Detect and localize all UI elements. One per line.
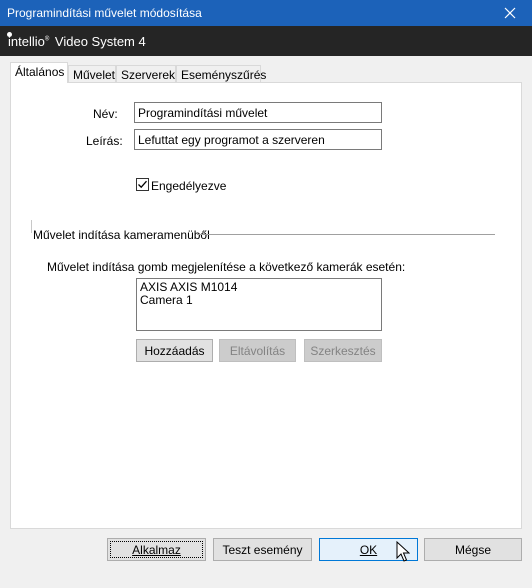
ok-label: OK (359, 542, 378, 557)
window-title: Programindítási művelet módosítása (7, 6, 202, 20)
apply-button[interactable]: Alkalmaz (107, 538, 206, 561)
tab-action[interactable]: Művelet (68, 65, 116, 83)
enabled-label: Engedélyezve (151, 179, 227, 193)
description-field[interactable]: Lefuttat egy programot a szerveren (134, 129, 382, 150)
camera-menu-group-title: Művelet indítása kameramenüből (33, 228, 210, 242)
close-icon (504, 7, 516, 19)
group-divider (197, 234, 495, 235)
name-field[interactable]: Programindítási művelet (134, 102, 382, 123)
checkmark-icon (138, 180, 147, 189)
add-camera-button[interactable]: Hozzáadás (136, 339, 213, 362)
edit-camera-button[interactable]: Szerkesztés (304, 339, 382, 362)
logo-dot-icon (7, 32, 12, 37)
brand-bar: intellio® Video System 4 (0, 26, 532, 56)
brand-name: intellio (8, 34, 45, 49)
remove-camera-button[interactable]: Eltávolítás (219, 339, 296, 362)
group-divider-left (31, 220, 32, 233)
title-bar: Programindítási művelet módosítása (0, 0, 532, 26)
tab-event-filter[interactable]: Eseményszűrés (176, 65, 266, 83)
description-label: Leírás: (86, 134, 123, 148)
brand-logo: intellio® Video System 4 (7, 32, 146, 49)
tab-label: Szerverek (121, 68, 176, 82)
apply-label: Alkalmaz (132, 542, 181, 557)
camera-list[interactable]: AXIS AXIS M1014 Camera 1 (136, 278, 382, 331)
mouse-cursor-icon (396, 541, 410, 562)
cancel-button[interactable]: Mégse (424, 538, 522, 561)
tab-servers[interactable]: Szerverek (116, 65, 176, 83)
enabled-checkbox[interactable] (136, 178, 149, 191)
test-event-label: Teszt esemény (222, 542, 303, 557)
tab-label: Eseményszűrés (181, 68, 267, 82)
close-button[interactable] (488, 0, 532, 26)
product-name: Video System 4 (54, 34, 146, 49)
list-item[interactable]: Camera 1 (140, 294, 378, 307)
tab-panel-general: Név: Programindítási művelet Leírás: Lef… (10, 82, 522, 529)
tab-general[interactable]: Általános (10, 62, 68, 83)
name-label: Név: (93, 107, 118, 121)
test-event-button[interactable]: Teszt esemény (213, 538, 312, 561)
tab-label: Általános (15, 65, 65, 79)
cancel-label: Mégse (454, 542, 492, 557)
tab-label: Művelet (73, 68, 116, 82)
camera-list-label: Művelet indítása gomb megjelenítése a kö… (47, 260, 406, 274)
